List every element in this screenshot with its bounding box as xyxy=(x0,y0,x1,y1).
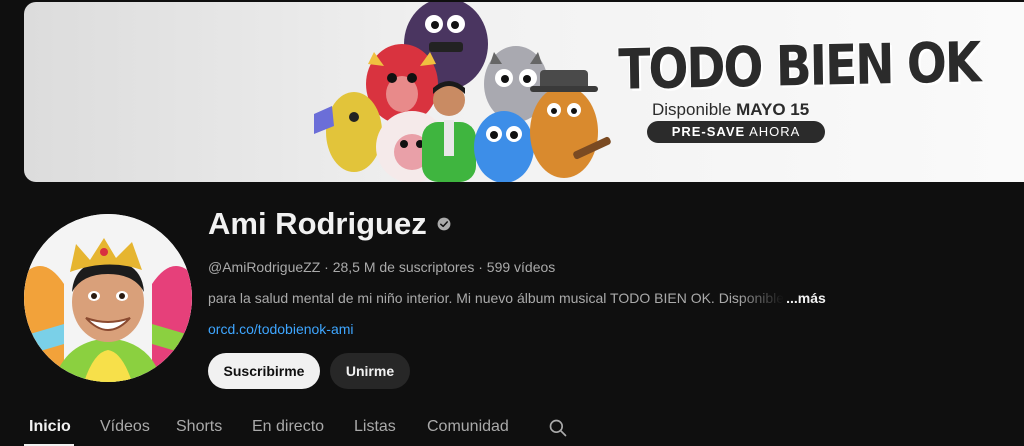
channel-name: Ami Rodriguez xyxy=(208,206,451,242)
video-count: 599 vídeos xyxy=(486,259,556,275)
tab-comunidad[interactable]: Comunidad xyxy=(427,418,509,436)
channel-banner: TODO BIEN OK Disponible MAYO 15 PRE-SAVE… xyxy=(24,2,1024,182)
tab-listas[interactable]: Listas xyxy=(354,418,396,436)
meta-separator: · xyxy=(474,259,487,275)
subscribe-button[interactable]: Suscribirme xyxy=(208,353,320,389)
banner-available-label: Disponible xyxy=(652,100,732,119)
description-text: para la salud mental de mi niño interior… xyxy=(208,290,785,306)
verified-check-icon xyxy=(437,217,451,231)
channel-name-text: Ami Rodriguez xyxy=(208,206,427,241)
search-icon[interactable] xyxy=(548,418,568,438)
banner-presave-rest: AHORA xyxy=(745,124,801,139)
channel-avatar[interactable] xyxy=(24,214,192,382)
tab-en-directo[interactable]: En directo xyxy=(252,418,324,436)
channel-link[interactable]: orcd.co/todobienok-ami xyxy=(208,321,354,337)
tab-shorts[interactable]: Shorts xyxy=(176,418,222,436)
channel-tabs: Inicio Vídeos Shorts En directo Listas C… xyxy=(0,406,1024,446)
channel-description[interactable]: para la salud mental de mi niño interior… xyxy=(208,290,838,306)
channel-meta: @AmiRodrigueZZ · 28,5 M de suscriptores … xyxy=(208,259,555,275)
tab-videos[interactable]: Vídeos xyxy=(100,418,150,436)
join-button[interactable]: Unirme xyxy=(330,353,410,389)
banner-release-date: Disponible MAYO 15 xyxy=(652,100,809,120)
subscriber-count: 28,5 M de suscriptores xyxy=(332,259,475,275)
banner-presave-badge: PRE-SAVE AHORA xyxy=(647,121,825,143)
banner-presave-label: PRE-SAVE xyxy=(671,124,746,139)
more-link[interactable]: ...más xyxy=(786,290,826,306)
banner-available-date: MAYO 15 xyxy=(736,100,810,119)
meta-separator: · xyxy=(320,259,333,275)
avatar-photo xyxy=(24,214,192,382)
tab-inicio[interactable]: Inicio xyxy=(29,418,71,436)
banner-title: TODO BIEN OK xyxy=(618,30,980,103)
channel-handle: @AmiRodrigueZZ xyxy=(208,259,321,275)
